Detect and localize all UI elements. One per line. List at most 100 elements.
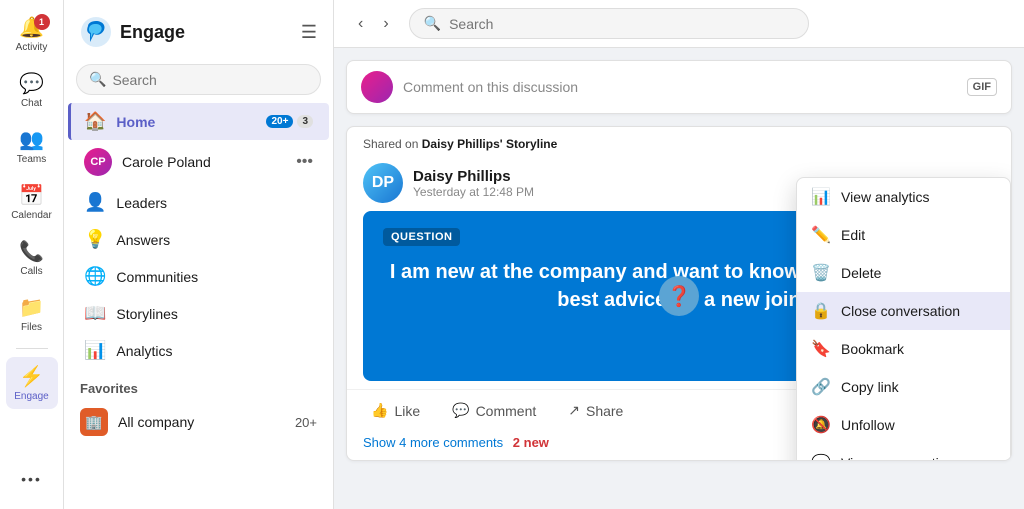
- post-author-info: Daisy Phillips Yesterday at 12:48 PM: [413, 168, 534, 199]
- share-icon: ↗: [568, 402, 580, 419]
- home-icon: 🏠: [84, 111, 106, 132]
- context-menu: 📊 View analytics ✏️ Edit 🗑️ Delete 🔒 Clo…: [796, 177, 1011, 461]
- nav-item-storylines[interactable]: 📖 Storylines: [68, 295, 329, 332]
- calls-icon: 📞: [19, 239, 44, 264]
- main-content: ‹ › 🔍 Comment on this discussion GIF Sha…: [334, 0, 1024, 509]
- nav-label-leaders: Leaders: [116, 195, 167, 211]
- sidebar-header: Engage ☰: [64, 0, 333, 56]
- sidebar-logo: Engage: [80, 16, 185, 48]
- menu-item-copy-link[interactable]: 🔗 Copy link: [797, 368, 1010, 406]
- nav-label-home: Home: [116, 114, 155, 130]
- favorites-item-all-company[interactable]: 🏢 All company 20+: [64, 400, 333, 444]
- question-icon: ❓: [659, 276, 699, 316]
- shared-on-prefix: Shared on: [363, 137, 418, 151]
- search-icon: 🔍: [89, 71, 106, 88]
- top-bar: ‹ › 🔍: [334, 0, 1024, 48]
- home-badges: 20+ 3: [266, 115, 313, 128]
- nav-item-answers[interactable]: 💡 Answers: [68, 221, 329, 258]
- unfollow-label: Unfollow: [841, 417, 996, 433]
- new-comments-badge: 2 new: [513, 435, 549, 450]
- gif-button[interactable]: GIF: [967, 78, 997, 96]
- all-company-count: 20+: [295, 415, 317, 430]
- nav-item-communities[interactable]: 🌐 Communities: [68, 258, 329, 295]
- forward-button[interactable]: ›: [375, 11, 396, 37]
- files-icon: 📁: [19, 295, 44, 320]
- rail-label-chat: Chat: [21, 98, 42, 109]
- close-conversation-label: Close conversation: [841, 303, 996, 319]
- like-label: Like: [394, 403, 420, 419]
- back-button[interactable]: ‹: [350, 11, 371, 37]
- edit-label: Edit: [841, 227, 996, 243]
- like-button[interactable]: 👍 Like: [363, 398, 428, 423]
- nav-label-storylines: Storylines: [116, 306, 177, 322]
- comment-bar[interactable]: Comment on this discussion GIF: [346, 60, 1012, 114]
- rail-divider: [16, 348, 48, 349]
- view-analytics-icon: 📊: [811, 187, 831, 207]
- nav-item-analytics[interactable]: 📊 Analytics: [68, 332, 329, 369]
- shared-on-name: Daisy Phillips' Storyline: [422, 137, 558, 151]
- rail-label-files: Files: [21, 322, 42, 333]
- top-search-input[interactable]: [449, 16, 794, 32]
- storylines-icon: 📖: [84, 303, 106, 324]
- nav-label-carole: Carole Poland: [122, 154, 211, 170]
- rail-item-calls[interactable]: 📞 Calls: [6, 232, 58, 284]
- unfollow-icon: 🔕: [811, 415, 831, 435]
- view-analytics-label: View analytics: [841, 189, 996, 205]
- rail-label-engage: Engage: [14, 391, 48, 402]
- sidebar-search-input[interactable]: [112, 72, 308, 88]
- post-time: Yesterday at 12:48 PM: [413, 185, 534, 199]
- comment-label: Comment: [476, 403, 537, 419]
- calendar-icon: 📅: [19, 183, 44, 208]
- engage-logo-icon: [80, 16, 112, 48]
- menu-item-bookmark[interactable]: 🔖 Bookmark: [797, 330, 1010, 368]
- comment-button[interactable]: 💬 Comment: [444, 398, 544, 423]
- leaders-icon: 👤: [84, 192, 106, 213]
- rail-item-activity[interactable]: 🔔 Activity 1: [6, 8, 58, 60]
- sidebar: Engage ☰ 🔍 🏠 Home 20+ 3 CP Carole Poland…: [64, 0, 334, 509]
- menu-item-edit[interactable]: ✏️ Edit: [797, 216, 1010, 254]
- post-card: Shared on Daisy Phillips' Storyline DP D…: [346, 126, 1012, 461]
- comment-placeholder[interactable]: Comment on this discussion: [403, 79, 957, 95]
- user-avatar: [361, 71, 393, 103]
- menu-item-close-conversation[interactable]: 🔒 Close conversation: [797, 292, 1010, 330]
- carole-more-icon[interactable]: •••: [296, 153, 313, 171]
- copy-link-label: Copy link: [841, 379, 996, 395]
- menu-item-view-conversation[interactable]: 💬 View conversation: [797, 444, 1010, 461]
- sidebar-title: Engage: [120, 22, 185, 43]
- rail-item-teams[interactable]: 👥 Teams: [6, 120, 58, 172]
- menu-item-view-analytics[interactable]: 📊 View analytics: [797, 178, 1010, 216]
- rail-label-calls: Calls: [20, 266, 42, 277]
- comment-icon: 💬: [452, 402, 469, 419]
- hamburger-icon[interactable]: ☰: [301, 22, 317, 43]
- activity-badge: 1: [34, 14, 50, 30]
- rail-item-more[interactable]: •••: [6, 457, 58, 509]
- carole-avatar: CP: [84, 148, 112, 176]
- nav-label-communities: Communities: [116, 269, 198, 285]
- top-search-container[interactable]: 🔍: [409, 8, 809, 39]
- rail-item-calendar[interactable]: 📅 Calendar: [6, 176, 58, 228]
- menu-item-unfollow[interactable]: 🔕 Unfollow: [797, 406, 1010, 444]
- share-label: Share: [586, 403, 623, 419]
- nav-label-analytics: Analytics: [116, 343, 172, 359]
- view-conversation-icon: 💬: [811, 453, 831, 461]
- menu-item-delete[interactable]: 🗑️ Delete: [797, 254, 1010, 292]
- post-shared-label: Shared on Daisy Phillips' Storyline: [347, 127, 1011, 155]
- copy-link-icon: 🔗: [811, 377, 831, 397]
- show-more-comments-link[interactable]: Show 4 more comments: [363, 435, 503, 450]
- rail-item-files[interactable]: 📁 Files: [6, 288, 58, 340]
- nav-item-carole[interactable]: CP Carole Poland •••: [68, 140, 329, 184]
- sidebar-search-container[interactable]: 🔍: [76, 64, 321, 95]
- answers-icon: 💡: [84, 229, 106, 250]
- rail-item-chat[interactable]: 💬 Chat: [6, 64, 58, 116]
- delete-label: Delete: [841, 265, 996, 281]
- teams-icon: 👥: [19, 127, 44, 152]
- nav-item-home[interactable]: 🏠 Home 20+ 3: [68, 103, 329, 140]
- view-conversation-label: View conversation: [841, 455, 996, 461]
- share-button[interactable]: ↗ Share: [560, 398, 631, 423]
- rail-item-engage[interactable]: ⚡ Engage: [6, 357, 58, 409]
- nav-item-leaders[interactable]: 👤 Leaders: [68, 184, 329, 221]
- engage-icon: ⚡: [19, 364, 44, 389]
- post-avatar: DP: [363, 163, 403, 203]
- nav-arrows: ‹ ›: [350, 11, 397, 37]
- search-icon-top: 🔍: [424, 15, 441, 32]
